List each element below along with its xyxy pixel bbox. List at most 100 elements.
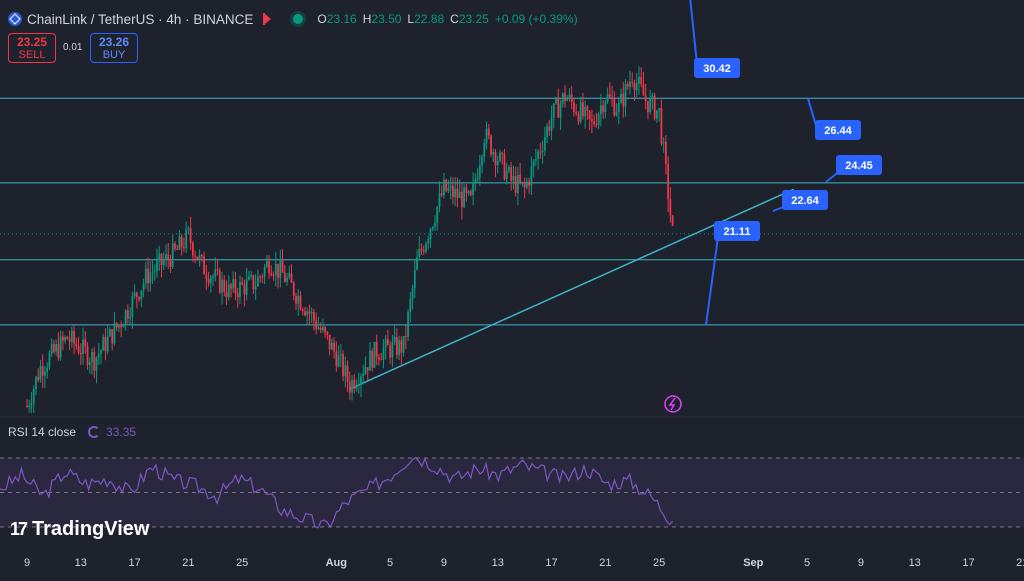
- candle-body: [566, 98, 569, 101]
- candle-body: [180, 236, 183, 248]
- candle-body: [653, 95, 656, 119]
- rsi-legend[interactable]: RSI 14 close 33.35: [8, 425, 136, 439]
- candle-body: [472, 182, 474, 195]
- candle-body: [315, 320, 318, 329]
- sell-button[interactable]: 23.25 SELL: [8, 33, 56, 63]
- spread-value: 0.01: [63, 42, 83, 53]
- callout-label-1: 26.44: [824, 125, 852, 137]
- candle-body: [200, 255, 203, 257]
- candle-body: [254, 286, 257, 290]
- rsi-settings-icon[interactable]: [88, 426, 101, 438]
- candle-body: [313, 312, 315, 321]
- x-tick-label: 21: [599, 557, 612, 569]
- x-tick-label: 9: [440, 557, 447, 569]
- candle-body: [100, 350, 102, 354]
- buy-button[interactable]: 23.26 BUY: [90, 33, 138, 63]
- candle-body: [86, 346, 89, 366]
- candle-body: [250, 275, 253, 277]
- x-tick-label: Sep: [743, 557, 764, 569]
- candle-body: [658, 108, 661, 111]
- candle-body: [221, 279, 223, 293]
- candle-body: [523, 181, 526, 188]
- candle-body: [241, 282, 244, 285]
- sell-price: 23.25: [16, 35, 48, 49]
- candle-body: [118, 324, 120, 328]
- candle-body: [227, 284, 230, 298]
- candle-body: [532, 160, 535, 167]
- candle-body: [337, 355, 340, 367]
- candle-body: [514, 176, 517, 193]
- candle-body: [640, 77, 643, 85]
- candle-body: [290, 273, 293, 283]
- candle-body: [501, 152, 504, 155]
- candle-body: [541, 150, 544, 152]
- candle-body: [503, 154, 506, 180]
- x-tick-label: 13: [491, 557, 504, 569]
- candle-body: [169, 259, 172, 268]
- price-chart[interactable]: 30.42 26.44 24.45 22.64 21.11: [0, 0, 1024, 576]
- candle-body: [32, 388, 35, 404]
- candle-body: [633, 82, 636, 91]
- candle-body: [620, 93, 622, 103]
- candle-body: [469, 191, 472, 195]
- candle-body: [158, 253, 161, 261]
- candle-body: [570, 94, 573, 103]
- candle-body: [387, 338, 389, 346]
- candle-body: [552, 103, 555, 118]
- x-tick-label: 21: [1016, 557, 1024, 569]
- rsi-title: RSI 14 close: [8, 425, 77, 439]
- candle-body: [283, 272, 286, 282]
- candle-body: [546, 126, 548, 138]
- candle-body: [647, 100, 649, 113]
- chart-root[interactable]: 30.42 26.44 24.45 22.64 21.11: [0, 0, 1024, 576]
- candle-body: [512, 176, 515, 181]
- candle-body: [557, 98, 560, 118]
- candle-body: [185, 229, 188, 248]
- candle-body: [588, 110, 591, 119]
- candle-body: [490, 135, 492, 155]
- candle-body: [53, 344, 55, 352]
- candle-body: [133, 292, 136, 296]
- candle-body: [360, 376, 362, 386]
- callout-label-0: 30.42: [703, 63, 731, 75]
- x-tick-label: 5: [387, 557, 394, 569]
- candle-body: [660, 108, 663, 144]
- candle-body: [297, 295, 300, 304]
- candle-body: [351, 379, 353, 393]
- candle-body: [122, 325, 125, 328]
- candle-body: [147, 268, 149, 284]
- lightning-bolt-icon: [668, 397, 676, 411]
- candle-body: [82, 339, 84, 354]
- candle-body: [456, 188, 459, 199]
- candle-body: [422, 250, 425, 252]
- candle-body: [615, 112, 618, 116]
- candle-body: [555, 98, 557, 104]
- candle-body: [398, 340, 401, 356]
- symbol-title[interactable]: ChainLink / TetherUS · 4h · BINANCE: [27, 12, 253, 27]
- candle-body: [355, 385, 358, 389]
- candle-body: [644, 95, 647, 101]
- candle-body: [411, 288, 414, 300]
- candle-body: [561, 93, 564, 104]
- candle-body: [496, 160, 499, 166]
- candle-body: [447, 188, 450, 191]
- candle-body: [304, 311, 306, 316]
- candle-body: [369, 350, 371, 371]
- candle-body: [326, 331, 329, 335]
- candle-body: [236, 292, 239, 298]
- candle-body: [427, 239, 430, 244]
- candle-body: [138, 297, 140, 300]
- candle-body: [212, 276, 214, 278]
- candle-body: [196, 256, 199, 260]
- market-status-icon[interactable]: [293, 14, 304, 24]
- candle-body: [404, 335, 407, 337]
- ohlc-close-key: C: [450, 12, 459, 26]
- candle-body: [622, 93, 625, 107]
- candle-body: [371, 350, 374, 368]
- flag-icon[interactable]: [263, 13, 272, 25]
- candle-body: [129, 316, 132, 319]
- candle-body: [113, 322, 116, 344]
- candle-body: [216, 269, 219, 271]
- candle-body: [97, 353, 100, 358]
- candle-body: [57, 344, 60, 358]
